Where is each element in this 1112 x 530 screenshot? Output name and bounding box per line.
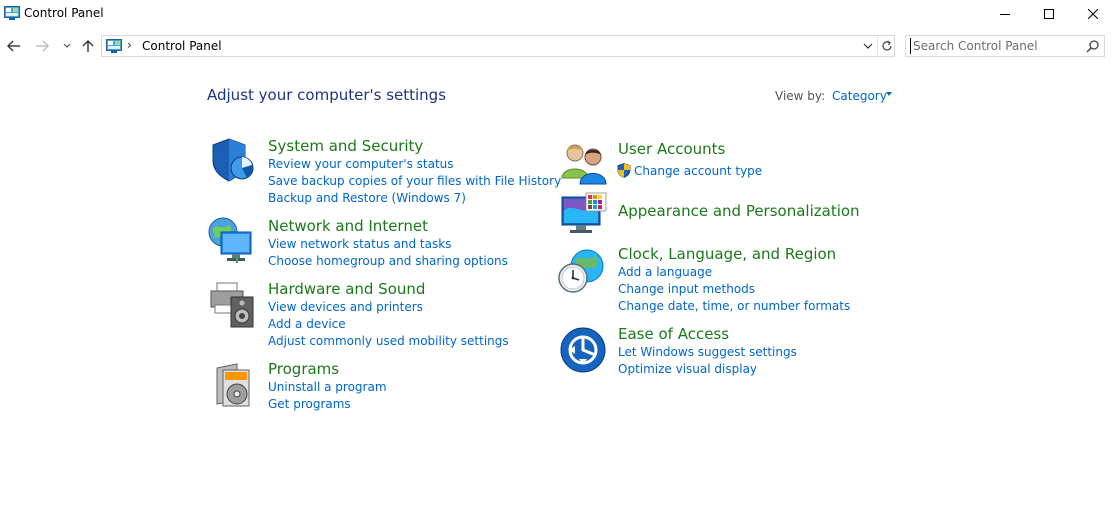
link-optimize-visual-display[interactable]: Optimize visual display [618, 362, 757, 376]
category-ease-of-access[interactable]: Ease of Access [618, 325, 729, 343]
view-by-dropdown-arrow-icon[interactable] [886, 92, 892, 96]
category-appearance-and-personalization[interactable]: Appearance and Personalization [618, 202, 860, 220]
uac-shield-icon [617, 163, 631, 178]
link-change-account-type[interactable]: Change account type [634, 164, 762, 178]
monitor-palette-icon[interactable] [560, 191, 608, 239]
link-homegroup-sharing[interactable]: Choose homegroup and sharing options [268, 254, 508, 268]
title-bar: Control Panel [0, 0, 1112, 28]
refresh-button[interactable] [877, 36, 895, 56]
link-file-history[interactable]: Save backup copies of your files with Fi… [268, 174, 561, 188]
link-date-time-formats[interactable]: Change date, time, or number formats [618, 299, 850, 313]
link-backup-restore[interactable]: Backup and Restore (Windows 7) [268, 191, 466, 205]
category-programs[interactable]: Programs [268, 360, 339, 378]
category-clock-language-region[interactable]: Clock, Language, and Region [618, 245, 836, 263]
minimize-button[interactable] [982, 0, 1028, 28]
ease-of-access-icon[interactable] [559, 326, 607, 374]
breadcrumb-separator[interactable]: › [127, 38, 132, 52]
programs-disc-icon[interactable] [213, 362, 261, 410]
control-panel-icon [4, 6, 20, 20]
link-add-device[interactable]: Add a device [268, 317, 346, 331]
search-box[interactable] [905, 35, 1105, 57]
network-globe-icon[interactable] [207, 216, 255, 264]
forward-button[interactable] [32, 36, 52, 56]
control-panel-icon [106, 39, 122, 53]
forward-arrow-icon [36, 40, 49, 52]
link-add-language[interactable]: Add a language [618, 265, 712, 279]
search-icon[interactable] [1086, 39, 1100, 53]
category-user-accounts[interactable]: User Accounts [618, 140, 725, 158]
back-button[interactable] [4, 36, 24, 56]
close-button[interactable] [1070, 0, 1112, 28]
clock-globe-icon[interactable] [557, 248, 605, 296]
maximize-icon [1044, 9, 1054, 19]
category-network-and-internet[interactable]: Network and Internet [268, 217, 428, 235]
link-network-status[interactable]: View network status and tasks [268, 237, 451, 251]
shield-icon[interactable] [209, 137, 257, 185]
link-change-input-methods[interactable]: Change input methods [618, 282, 755, 296]
recent-locations-chevron-icon [63, 43, 71, 48]
link-review-computer-status[interactable]: Review your computer's status [268, 157, 454, 171]
breadcrumb-control-panel[interactable]: Control Panel [142, 39, 222, 53]
refresh-icon [881, 40, 892, 51]
minimize-icon [1000, 14, 1010, 15]
link-get-programs[interactable]: Get programs [268, 397, 351, 411]
recent-locations-button[interactable] [60, 36, 74, 56]
category-hardware-and-sound[interactable]: Hardware and Sound [268, 280, 425, 298]
view-by-label: View by: [775, 89, 826, 103]
link-uninstall-program[interactable]: Uninstall a program [268, 380, 387, 394]
view-by-dropdown[interactable]: Category [832, 89, 887, 103]
printer-speaker-icon[interactable] [209, 281, 257, 329]
link-mobility-settings[interactable]: Adjust commonly used mobility settings [268, 334, 509, 348]
window-title: Control Panel [24, 6, 104, 20]
up-button[interactable] [78, 36, 98, 56]
maximize-button[interactable] [1026, 0, 1072, 28]
search-input[interactable] [910, 38, 1080, 54]
users-icon[interactable] [560, 140, 608, 188]
page-title: Adjust your computer's settings [207, 86, 447, 104]
up-arrow-icon [82, 40, 94, 52]
back-arrow-icon [7, 40, 20, 52]
address-bar[interactable]: › Control Panel [101, 35, 895, 57]
link-devices-printers[interactable]: View devices and printers [268, 300, 423, 314]
close-icon [1088, 9, 1098, 19]
category-system-and-security[interactable]: System and Security [268, 137, 423, 155]
address-dropdown-button[interactable] [859, 36, 877, 56]
chevron-down-icon [863, 43, 873, 49]
link-windows-suggest-settings[interactable]: Let Windows suggest settings [618, 345, 797, 359]
navigation-bar: › Control Panel [0, 32, 1112, 60]
